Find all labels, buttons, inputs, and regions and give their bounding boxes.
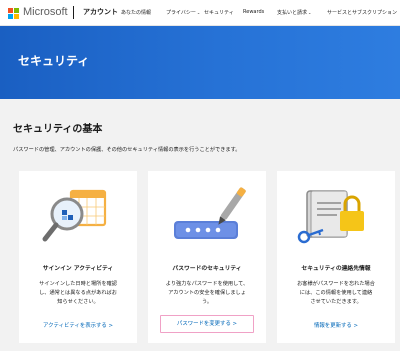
card-title: サインイン アクティビティ [42,266,114,272]
microsoft-logo-icon[interactable] [8,8,19,19]
magnifier-calendar-icon [42,189,107,242]
card-title: セキュリティの連絡先情報 [301,266,371,272]
chevron-down-icon: ⌄ [196,10,201,15]
nav-item-privacy[interactable]: プライバシー⌄ [166,9,200,16]
nav-item-rewards[interactable]: Rewards [243,9,264,15]
page-title: セキュリティ [18,54,90,68]
hero-banner: セキュリティ [0,26,400,99]
contact-lock-icon [297,190,364,244]
card-body: サインインした日時と場所を確認 し、通常とは異なる点があればお 知らせください。 [39,281,117,305]
change-password-link[interactable]: パスワードを変更する > [160,315,254,333]
header-divider [73,6,74,19]
card-body: より強力なパスワードを使用して、 アカウントの安全を確保しましょ う。 [165,281,249,305]
section-description: パスワードの管理、アカウントの保護、その他のセキュリティ情報の表示を行うことがで… [13,147,241,153]
update-info-link[interactable]: 情報を更新する > [277,321,395,329]
chevron-down-icon: ⌄ [308,10,312,15]
nav-item-your-info[interactable]: あなたの情報 [121,9,151,16]
card-title: パスワードのセキュリティ [172,266,242,272]
view-activity-link[interactable]: アクティビティを表示する > [19,321,137,329]
nav-item-security[interactable]: セキュリティ [204,9,234,16]
card-sign-in-activity: サインイン アクティビティ サインインした日時と場所を確認 し、通常とは異なる点… [19,171,137,343]
account-section-link[interactable]: アカウント [83,7,118,17]
top-navigation-bar: Microsoft アカウント あなたの情報 プライバシー⌄ セキュリティ Re… [0,0,400,26]
card-security-contact-info: セキュリティの連絡先情報 お客様がパスワードを忘れた場合 には、この情報を使用し… [277,171,395,343]
nav-item-services-subscriptions[interactable]: サービスとサブスクリプション [327,9,397,16]
card-password-security: パスワードのセキュリティ より強力なパスワードを使用して、 アカウントの安全を確… [148,171,266,343]
nav-item-payment-billing[interactable]: 支払いと請求⌄ [277,9,311,16]
section-title: セキュリティの基本 [13,124,103,135]
card-body: お客様がパスワードを忘れた場合 には、この情報を使用して連絡 させていただきます… [297,281,375,305]
password-pen-icon [174,187,246,239]
microsoft-brand-text[interactable]: Microsoft [23,6,68,18]
